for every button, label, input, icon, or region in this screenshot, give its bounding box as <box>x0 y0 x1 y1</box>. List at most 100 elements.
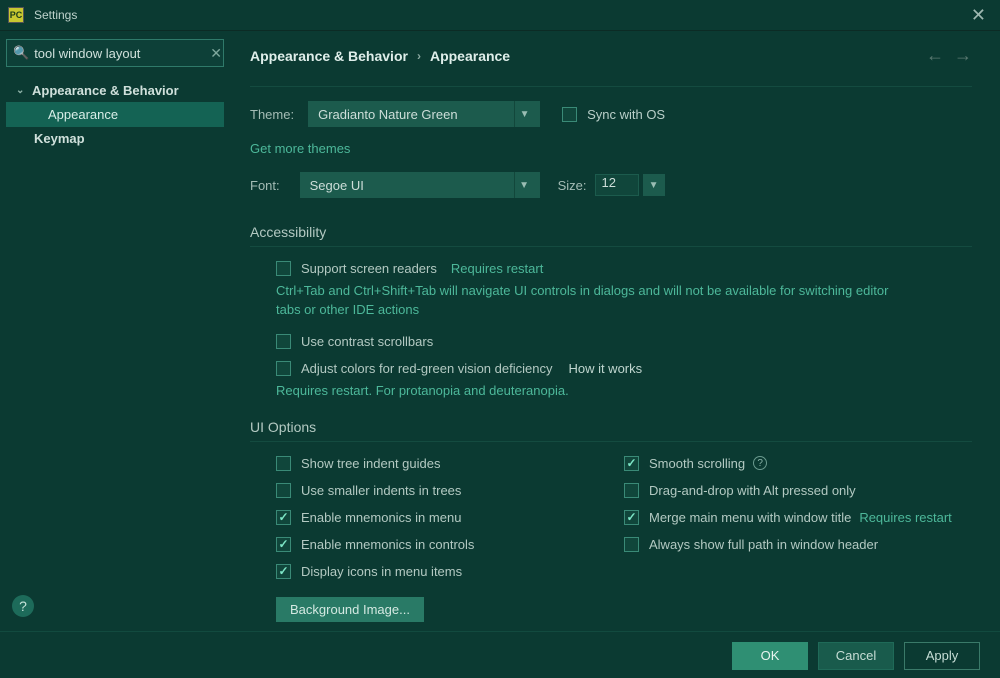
get-more-themes-link[interactable]: Get more themes <box>250 141 350 156</box>
full-path-label: Always show full path in window header <box>649 537 878 552</box>
cancel-button[interactable]: Cancel <box>818 642 894 670</box>
display-icons-checkbox[interactable] <box>276 564 291 579</box>
help-icon[interactable]: ? <box>12 595 34 617</box>
main-panel: Appearance & Behavior › Appearance ← → T… <box>230 31 1000 631</box>
window-title: Settings <box>34 8 77 22</box>
search-input[interactable] <box>34 46 210 61</box>
theme-dropdown[interactable]: Gradianto Nature Green ▼ <box>308 101 540 127</box>
mnemonics-controls-label: Enable mnemonics in controls <box>301 537 474 552</box>
screen-readers-hint: Ctrl+Tab and Ctrl+Shift+Tab will navigat… <box>250 282 900 320</box>
close-icon[interactable]: ✕ <box>965 3 992 28</box>
ui-col-left: Show tree indent guides Use smaller inde… <box>276 456 624 622</box>
info-icon[interactable]: ? <box>753 456 767 470</box>
ok-button[interactable]: OK <box>732 642 808 670</box>
color-deficiency-checkbox[interactable] <box>276 361 291 376</box>
display-icons-row: Display icons in menu items <box>276 564 624 579</box>
nav-arrows: ← → <box>926 45 972 66</box>
smaller-indents-checkbox[interactable] <box>276 483 291 498</box>
smaller-indents-label: Use smaller indents in trees <box>301 483 461 498</box>
breadcrumb-leaf: Appearance <box>430 48 510 64</box>
smooth-scrolling-checkbox[interactable] <box>624 456 639 471</box>
ok-label: OK <box>761 648 780 663</box>
app-icon: PC <box>8 7 24 23</box>
ui-options-grid: Show tree indent guides Use smaller inde… <box>250 456 972 622</box>
sidebar-footer: ? <box>6 589 224 623</box>
font-value: Segoe UI <box>310 178 364 193</box>
dnd-alt-label: Drag-and-drop with Alt pressed only <box>649 483 856 498</box>
contrast-scrollbars-label: Use contrast scrollbars <box>301 334 433 349</box>
chevron-down-icon: ⌄ <box>16 85 28 96</box>
search-icon: 🔍 <box>13 45 29 61</box>
screen-readers-checkbox[interactable] <box>276 261 291 276</box>
ui-col-right: Smooth scrolling ? Drag-and-drop with Al… <box>624 456 972 622</box>
section-divider <box>250 86 972 87</box>
ui-options-title: UI Options <box>250 419 972 435</box>
merge-menu-checkbox[interactable] <box>624 510 639 525</box>
how-it-works-link[interactable]: How it works <box>568 361 642 376</box>
background-image-button[interactable]: Background Image... <box>276 597 424 622</box>
chevron-down-icon[interactable]: ▼ <box>643 174 665 196</box>
display-icons-label: Display icons in menu items <box>301 564 462 579</box>
search-field[interactable]: 🔍 ✕ <box>6 39 224 67</box>
screen-readers-row: Support screen readers Requires restart <box>250 261 972 276</box>
breadcrumb: Appearance & Behavior › Appearance ← → <box>230 31 1000 80</box>
merge-menu-row: Merge main menu with window title Requir… <box>624 510 972 525</box>
breadcrumb-root[interactable]: Appearance & Behavior <box>250 48 408 64</box>
font-dropdown[interactable]: Segoe UI ▼ <box>300 172 540 198</box>
color-deficiency-label: Adjust colors for red-green vision defic… <box>301 361 552 376</box>
theme-label: Theme: <box>250 107 294 122</box>
accessibility-title: Accessibility <box>250 224 972 240</box>
tree-guides-row: Show tree indent guides <box>276 456 624 471</box>
get-more-themes-row: Get more themes <box>250 141 972 156</box>
font-label: Font: <box>250 178 280 193</box>
mnemonics-menu-row: Enable mnemonics in menu <box>276 510 624 525</box>
sidebar-item-label: Keymap <box>34 131 85 146</box>
mnemonics-menu-checkbox[interactable] <box>276 510 291 525</box>
section-divider <box>250 441 972 442</box>
contrast-scrollbars-row: Use contrast scrollbars <box>250 334 972 349</box>
full-path-row: Always show full path in window header <box>624 537 972 552</box>
full-path-checkbox[interactable] <box>624 537 639 552</box>
cancel-label: Cancel <box>836 648 876 663</box>
smooth-scrolling-label: Smooth scrolling <box>649 456 745 471</box>
contrast-scrollbars-checkbox[interactable] <box>276 334 291 349</box>
forward-icon[interactable]: → <box>954 45 972 66</box>
font-size-stepper[interactable]: 12 ▼ <box>595 174 665 196</box>
back-icon[interactable]: ← <box>926 45 944 66</box>
sync-os-checkbox[interactable] <box>562 107 577 122</box>
mnemonics-controls-checkbox[interactable] <box>276 537 291 552</box>
title-bar: PC Settings ✕ <box>0 0 1000 30</box>
sidebar-item-label: Appearance & Behavior <box>32 83 179 98</box>
sidebar-item-appearance-behavior[interactable]: ⌄ Appearance & Behavior <box>6 79 224 102</box>
tree-guides-checkbox[interactable] <box>276 456 291 471</box>
apply-label: Apply <box>926 648 959 663</box>
clear-search-icon[interactable]: ✕ <box>210 45 222 62</box>
theme-row: Theme: Gradianto Nature Green ▼ Sync wit… <box>250 101 972 127</box>
theme-value: Gradianto Nature Green <box>318 107 457 122</box>
chevron-down-icon: ▼ <box>514 101 534 127</box>
merge-menu-label: Merge main menu with window title <box>649 510 851 525</box>
tree-guides-label: Show tree indent guides <box>301 456 440 471</box>
merge-menu-hint: Requires restart <box>859 510 951 525</box>
mnemonics-menu-label: Enable mnemonics in menu <box>301 510 461 525</box>
screen-readers-label: Support screen readers <box>301 261 437 276</box>
mnemonics-controls-row: Enable mnemonics in controls <box>276 537 624 552</box>
section-divider <box>250 246 972 247</box>
dnd-alt-checkbox[interactable] <box>624 483 639 498</box>
sync-os-label: Sync with OS <box>587 107 665 122</box>
restart-hint: Requires restart <box>451 261 543 276</box>
sidebar-item-keymap[interactable]: Keymap <box>6 127 224 150</box>
chevron-down-icon: ▼ <box>514 172 534 198</box>
sidebar-item-label: Appearance <box>48 107 118 122</box>
content: Theme: Gradianto Nature Green ▼ Sync wit… <box>230 80 1000 631</box>
sidebar-item-appearance[interactable]: Appearance <box>6 102 224 127</box>
smooth-scrolling-row: Smooth scrolling ? <box>624 456 972 471</box>
apply-button[interactable]: Apply <box>904 642 980 670</box>
background-image-label: Background Image... <box>290 602 410 617</box>
smaller-indents-row: Use smaller indents in trees <box>276 483 624 498</box>
body: 🔍 ✕ ⌄ Appearance & Behavior Appearance K… <box>0 31 1000 631</box>
font-size-label: Size: <box>558 178 587 193</box>
font-row: Font: Segoe UI ▼ Size: 12 ▼ <box>250 172 972 198</box>
dnd-alt-row: Drag-and-drop with Alt pressed only <box>624 483 972 498</box>
font-size-input[interactable]: 12 <box>595 174 639 196</box>
